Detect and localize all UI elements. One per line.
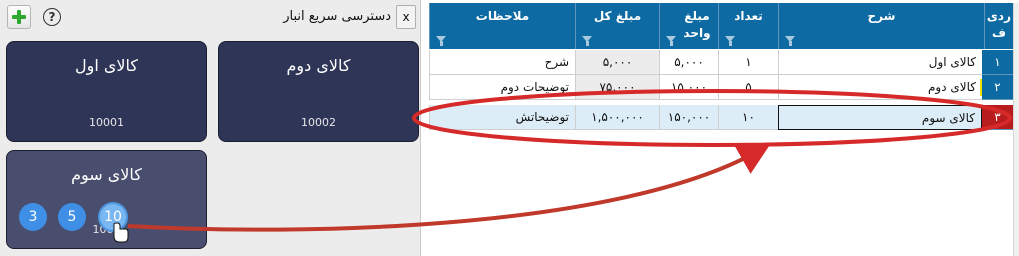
cell-total: ۱,۵۰۰,۰۰۰ bbox=[575, 105, 659, 130]
quantity-option-3[interactable]: 3 bbox=[19, 203, 47, 231]
cell-notes[interactable]: توضیحاتش bbox=[429, 105, 575, 130]
add-button[interactable] bbox=[7, 5, 31, 29]
filter-icon[interactable] bbox=[582, 36, 593, 46]
product-tile-3[interactable]: کالای سوم 1003 bbox=[6, 150, 207, 249]
invoice-grid: ملاحظات مبلغ کل مبلغ واحد تعداد شرح ردی … bbox=[429, 3, 1019, 256]
row-index[interactable]: ۲ bbox=[982, 75, 1013, 100]
cell-total: ۵,۰۰۰ bbox=[575, 50, 659, 75]
tile-name: کالای اول bbox=[74, 56, 139, 75]
table-row-selected[interactable]: توضیحاتش ۱,۵۰۰,۰۰۰ ۱۵۰,۰۰۰ ۱۰ کالای سوم … bbox=[429, 105, 1013, 130]
column-header-qty[interactable]: تعداد bbox=[718, 3, 778, 49]
column-header-unit-price[interactable]: مبلغ واحد bbox=[659, 3, 718, 49]
cell-qty[interactable]: ۵ bbox=[718, 75, 778, 100]
filter-icon[interactable] bbox=[785, 36, 796, 46]
quantity-option-10[interactable]: 10 bbox=[98, 202, 128, 232]
help-button[interactable]: ? bbox=[43, 8, 61, 26]
cell-unit-price[interactable]: ۵,۰۰۰ bbox=[659, 50, 718, 75]
close-button[interactable]: x bbox=[396, 5, 416, 29]
help-icon: ? bbox=[48, 10, 56, 24]
product-tile-2[interactable]: کالای دوم 10002 bbox=[218, 41, 419, 142]
column-label: تعداد bbox=[734, 9, 763, 23]
column-header-total[interactable]: مبلغ کل bbox=[575, 3, 659, 49]
cell-unit-price[interactable]: ۱۵۰,۰۰۰ bbox=[659, 105, 718, 130]
cell-desc-editing[interactable]: کالای سوم bbox=[778, 105, 982, 130]
vertical-scrollbar[interactable] bbox=[1013, 3, 1019, 256]
table-row[interactable]: شرح ۵,۰۰۰ ۵,۰۰۰ ۱ کالای اول ۱ bbox=[429, 50, 1013, 75]
column-label: ملاحظات bbox=[475, 9, 530, 23]
quick-access-panel: ? دسترسی سریع انبار x کالای اول 10001 کا… bbox=[0, 0, 421, 256]
column-header-notes[interactable]: ملاحظات bbox=[429, 3, 575, 49]
tile-code: 10002 bbox=[301, 116, 336, 129]
filter-icon[interactable] bbox=[436, 36, 447, 46]
product-tile-1[interactable]: کالای اول 10001 bbox=[6, 41, 207, 142]
cell-desc[interactable]: کالای دوم bbox=[778, 75, 982, 100]
column-header-desc[interactable]: شرح bbox=[778, 3, 984, 49]
column-label: ردی ف bbox=[986, 9, 1011, 40]
row-index[interactable]: ۱ bbox=[982, 50, 1013, 75]
cell-notes[interactable]: توضیحات دوم bbox=[429, 75, 575, 100]
column-label: مبلغ کل bbox=[593, 9, 642, 23]
quantity-option-5[interactable]: 5 bbox=[58, 203, 86, 231]
column-header-row: ردی ف bbox=[984, 3, 1013, 49]
cell-qty[interactable]: ۱ bbox=[718, 50, 778, 75]
column-label: مبلغ واحد bbox=[683, 9, 711, 40]
panel-toolbar: ? دسترسی سریع انبار x bbox=[0, 0, 421, 34]
cell-total: ۷۵,۰۰۰ bbox=[575, 75, 659, 100]
cell-notes[interactable]: شرح bbox=[429, 50, 575, 75]
row-index[interactable]: ۳ bbox=[982, 105, 1013, 130]
column-label: شرح bbox=[867, 9, 896, 23]
table-row[interactable]: توضیحات دوم ۷۵,۰۰۰ ۱۵,۰۰۰ ۵ کالای دوم ۲ bbox=[429, 75, 1013, 100]
cell-desc[interactable]: کالای اول bbox=[778, 50, 982, 75]
tile-name: کالای سوم bbox=[71, 165, 142, 184]
filter-icon[interactable] bbox=[725, 36, 736, 46]
filter-icon[interactable] bbox=[666, 36, 677, 46]
tile-code: 10001 bbox=[89, 116, 124, 129]
tile-name: کالای دوم bbox=[286, 56, 351, 75]
panel-title: دسترسی سریع انبار bbox=[283, 9, 391, 24]
plus-icon bbox=[12, 10, 26, 24]
cell-qty[interactable]: ۱۰ bbox=[718, 105, 778, 130]
cell-unit-price[interactable]: ۱۵,۰۰۰ bbox=[659, 75, 718, 100]
grid-header: ملاحظات مبلغ کل مبلغ واحد تعداد شرح ردی … bbox=[429, 3, 1013, 49]
